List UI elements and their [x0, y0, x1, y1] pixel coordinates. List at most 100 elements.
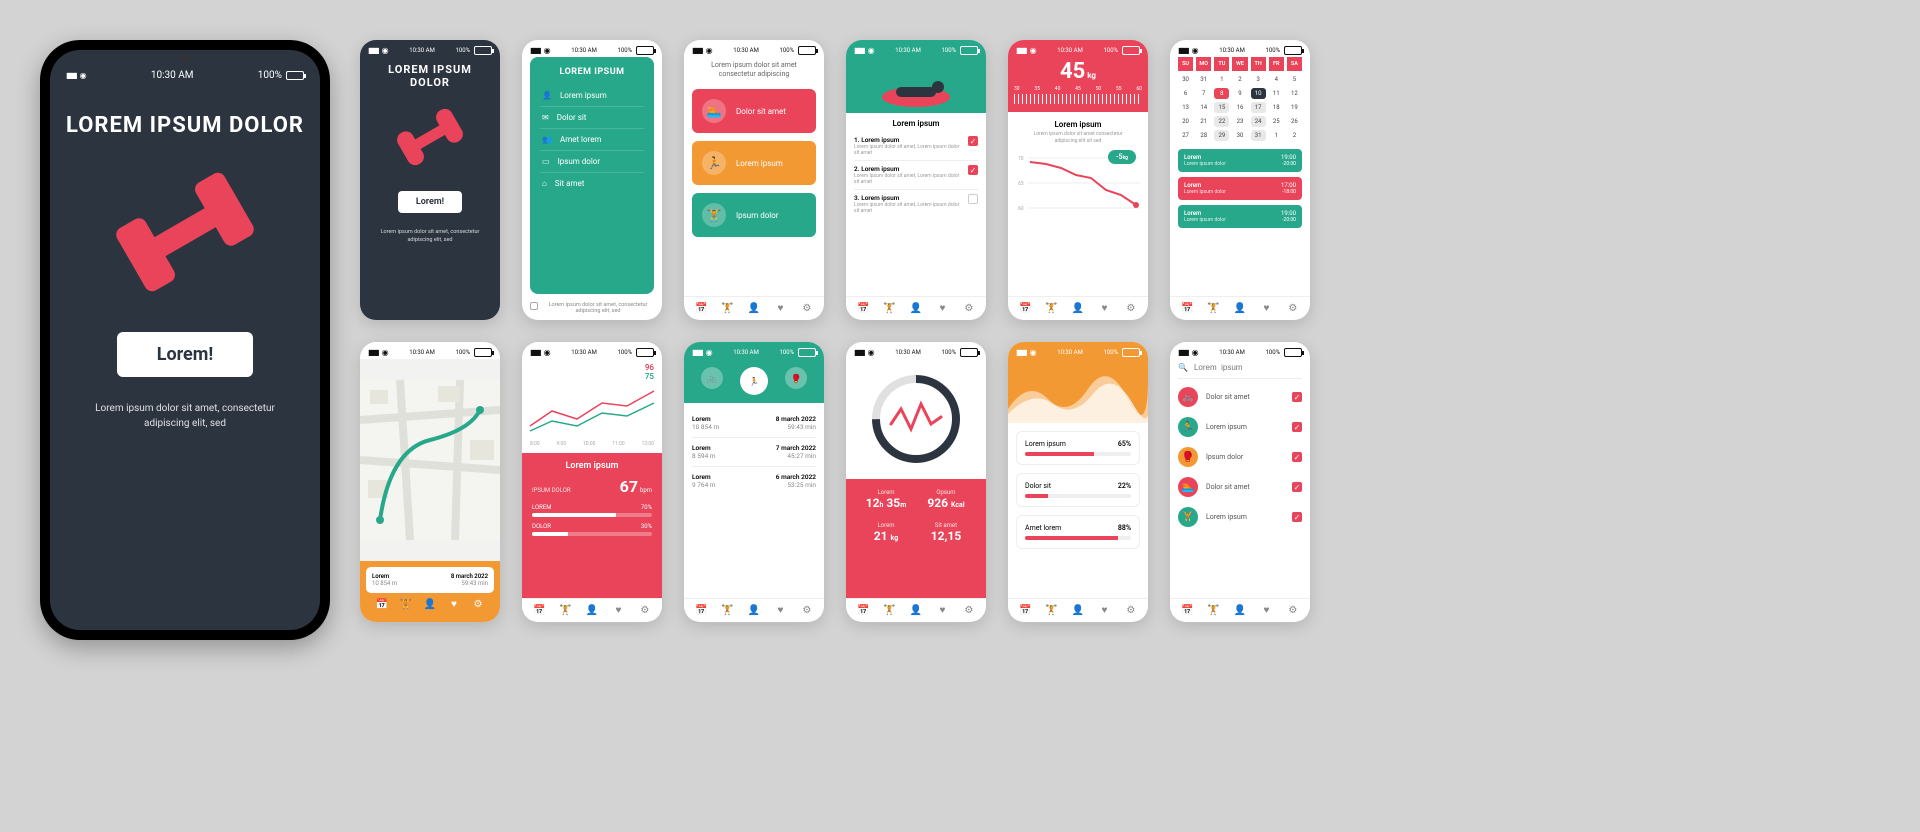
- event-item[interactable]: LoremLorem ipsum dolor17:00-18:00: [1178, 177, 1302, 200]
- nav-dumbbell-icon[interactable]: 🏋: [394, 599, 418, 610]
- search-row[interactable]: 🔍: [1178, 359, 1302, 379]
- nav-calendar-icon[interactable]: 📅: [850, 303, 876, 314]
- nav-calendar-icon[interactable]: 📅: [1174, 303, 1200, 314]
- calendar-day[interactable]: 13: [1178, 102, 1193, 113]
- nav-calendar-icon[interactable]: 📅: [370, 599, 394, 610]
- cta-button[interactable]: Lorem!: [117, 332, 254, 377]
- nav-dumbbell-icon[interactable]: 🏋: [714, 303, 740, 314]
- calendar-day[interactable]: 4: [1269, 74, 1284, 85]
- nav-calendar-icon[interactable]: 📅: [1012, 605, 1038, 616]
- field-social[interactable]: 👥Amet lorem: [540, 129, 644, 151]
- calendar-day[interactable]: 2: [1287, 130, 1302, 141]
- nav-gear-icon[interactable]: ⚙: [794, 303, 820, 314]
- nav-user-icon[interactable]: 👤: [1227, 605, 1253, 616]
- filter-row[interactable]: 🥊Ipsum dolor✓: [1178, 447, 1302, 467]
- calendar-day[interactable]: 16: [1232, 102, 1247, 113]
- event-item[interactable]: LoremLorem ipsum dolor19:00-20:00: [1178, 205, 1302, 228]
- filter-row[interactable]: 🏋Lorem ipsum✓: [1178, 507, 1302, 527]
- nav-dumbbell-icon[interactable]: 🏋: [1200, 303, 1226, 314]
- nav-dumbbell-icon[interactable]: 🏋: [1038, 303, 1064, 314]
- tab-run-icon[interactable]: 🏃: [740, 367, 768, 395]
- field-email[interactable]: ✉Dolor sit: [540, 107, 644, 129]
- nav-heart-icon[interactable]: ♥: [1091, 605, 1117, 616]
- calendar-day[interactable]: 18: [1269, 102, 1284, 113]
- calendar-day[interactable]: 26: [1287, 116, 1302, 127]
- filter-check[interactable]: ✓: [1292, 422, 1302, 432]
- calendar-day[interactable]: 29: [1214, 130, 1229, 141]
- calendar-day[interactable]: 1: [1214, 74, 1229, 85]
- item-check[interactable]: [968, 194, 978, 204]
- tab-bike-icon[interactable]: 🚲: [701, 367, 723, 389]
- filter-check[interactable]: ✓: [1292, 482, 1302, 492]
- plan-item[interactable]: 3. Lorem ipsumLorem ipsum dolor sit amet…: [854, 190, 978, 218]
- calendar-day[interactable]: 17: [1251, 102, 1266, 113]
- filter-check[interactable]: ✓: [1292, 452, 1302, 462]
- calendar-day[interactable]: 30: [1178, 74, 1193, 85]
- nav-heart-icon[interactable]: ♥: [767, 605, 793, 616]
- calendar-day[interactable]: 7: [1196, 88, 1211, 99]
- calendar-day[interactable]: 1: [1269, 130, 1284, 141]
- consent-row[interactable]: Lorem ipsum dolor sit amet, consectetur …: [530, 302, 654, 314]
- item-check[interactable]: ✓: [968, 136, 978, 146]
- nav-user-icon[interactable]: 👤: [1227, 303, 1253, 314]
- nav-dumbbell-icon[interactable]: 🏋: [876, 303, 902, 314]
- calendar-day[interactable]: 15: [1214, 102, 1229, 113]
- filter-check[interactable]: ✓: [1292, 512, 1302, 522]
- nav-user-icon[interactable]: 👤: [1065, 303, 1091, 314]
- map-view[interactable]: [360, 359, 500, 561]
- calendar-day[interactable]: 9: [1232, 88, 1247, 99]
- field-card[interactable]: ▭Ipsum dolor: [540, 151, 644, 173]
- tab-box-icon[interactable]: 🥊: [785, 367, 807, 389]
- log-row[interactable]: Lorem9 764 m6 march 202253:25 min: [692, 467, 816, 495]
- nav-user-icon[interactable]: 👤: [903, 605, 929, 616]
- nav-heart-icon[interactable]: ♥: [442, 599, 466, 610]
- nav-heart-icon[interactable]: ♥: [767, 303, 793, 314]
- progress-card[interactable]: Lorem ipsum65%: [1016, 431, 1140, 465]
- calendar-day[interactable]: 6: [1178, 88, 1193, 99]
- nav-user-icon[interactable]: 👤: [579, 605, 605, 616]
- calendar-day[interactable]: 25: [1269, 116, 1284, 127]
- calendar-day[interactable]: 10: [1251, 88, 1266, 99]
- filter-row[interactable]: 🏊Dolor sit amet✓: [1178, 477, 1302, 497]
- nav-gear-icon[interactable]: ⚙: [632, 605, 658, 616]
- nav-heart-icon[interactable]: ♥: [1253, 303, 1279, 314]
- nav-gear-icon[interactable]: ⚙: [1118, 605, 1144, 616]
- search-input[interactable]: [1194, 363, 1304, 372]
- nav-gear-icon[interactable]: ⚙: [1280, 303, 1306, 314]
- item-check[interactable]: ✓: [968, 165, 978, 175]
- nav-calendar-icon[interactable]: 📅: [1174, 605, 1200, 616]
- progress-card[interactable]: Dolor sit22%: [1016, 473, 1140, 507]
- nav-gear-icon[interactable]: ⚙: [956, 605, 982, 616]
- calendar-day[interactable]: 2: [1232, 74, 1247, 85]
- filter-row[interactable]: 🚲Dolor sit amet✓: [1178, 387, 1302, 407]
- filter-check[interactable]: ✓: [1292, 392, 1302, 402]
- calendar-day[interactable]: 24: [1251, 116, 1266, 127]
- nav-heart-icon[interactable]: ♥: [605, 605, 631, 616]
- nav-calendar-icon[interactable]: 📅: [850, 605, 876, 616]
- calendar-day[interactable]: 20: [1178, 116, 1193, 127]
- category-swim[interactable]: 🏊Dolor sit amet: [692, 89, 816, 133]
- nav-calendar-icon[interactable]: 📅: [526, 605, 552, 616]
- category-gym[interactable]: 🏋Ipsum dolor: [692, 193, 816, 237]
- nav-heart-icon[interactable]: ♥: [1091, 303, 1117, 314]
- calendar-day[interactable]: 21: [1196, 116, 1211, 127]
- calendar-day[interactable]: 27: [1178, 130, 1193, 141]
- calendar-day[interactable]: 28: [1196, 130, 1211, 141]
- calendar-day[interactable]: 23: [1232, 116, 1247, 127]
- log-row[interactable]: Lorem10 854 m8 march 202259:43 min: [692, 409, 816, 438]
- nav-calendar-icon[interactable]: 📅: [1012, 303, 1038, 314]
- nav-user-icon[interactable]: 👤: [903, 303, 929, 314]
- consent-checkbox[interactable]: [530, 302, 538, 310]
- nav-heart-icon[interactable]: ♥: [929, 303, 955, 314]
- progress-card[interactable]: Amet lorem88%: [1016, 515, 1140, 549]
- calendar-day[interactable]: 14: [1196, 102, 1211, 113]
- calendar-day[interactable]: 8: [1214, 88, 1229, 99]
- nav-dumbbell-icon[interactable]: 🏋: [714, 605, 740, 616]
- filter-row[interactable]: 🏃Lorem ipsum✓: [1178, 417, 1302, 437]
- calendar-day[interactable]: 5: [1287, 74, 1302, 85]
- calendar-day[interactable]: 3: [1251, 74, 1266, 85]
- log-row[interactable]: Lorem8 594 m7 march 202245:27 min: [692, 438, 816, 467]
- nav-dumbbell-icon[interactable]: 🏋: [1038, 605, 1064, 616]
- nav-user-icon[interactable]: 👤: [741, 303, 767, 314]
- calendar-day[interactable]: 12: [1287, 88, 1302, 99]
